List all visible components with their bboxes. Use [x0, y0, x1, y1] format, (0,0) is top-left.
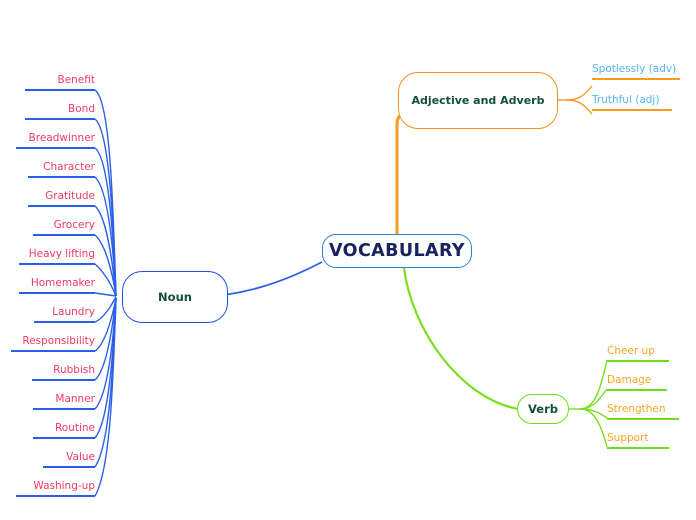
edge-group-noun-leaves: [94, 89, 117, 497]
leaf-label: Gratitude: [45, 190, 95, 202]
branch-node-noun-label: Noun: [158, 290, 192, 304]
leaf-label: Spotlessly (adv): [592, 63, 677, 75]
edge-central-to-adjective: [395, 110, 413, 234]
leaf-noun-7[interactable]: Heavy lifting: [19, 248, 95, 265]
leaf-noun-8[interactable]: Homemaker: [19, 277, 95, 294]
leaf-label: Grocery: [53, 219, 95, 231]
leaf-label: Heavy lifting: [28, 248, 95, 260]
leaf-label: Breadwinner: [28, 132, 95, 144]
leaf-label: Homemaker: [30, 277, 95, 289]
branch-node-verb-label: Verb: [528, 402, 558, 416]
branch-node-adjective-and-adverb-label: Adjective and Adverb: [411, 94, 545, 107]
leaf-noun-13[interactable]: Routine: [33, 422, 95, 439]
leaf-label: Strengthen: [607, 403, 666, 415]
branch-node-noun[interactable]: Noun: [122, 271, 228, 323]
edge-group-adjective-leaves: [556, 85, 593, 115]
leaf-noun-4[interactable]: Character: [28, 161, 95, 178]
leaf-label: Laundry: [52, 306, 95, 318]
leaf-verb-2[interactable]: Damage: [607, 374, 667, 391]
leaf-label: Cheer up: [607, 345, 655, 357]
edge-central-to-verb: [402, 267, 519, 411]
mind-map-canvas: VOCABULARY Noun Adjective and Adverb Ver…: [0, 0, 696, 520]
leaf-verb-3[interactable]: Strengthen: [607, 403, 679, 420]
leaf-label: Benefit: [57, 74, 95, 86]
leaf-label: Value: [66, 451, 95, 463]
leaf-noun-10[interactable]: Responsibility: [11, 335, 95, 352]
leaf-label: Character: [43, 161, 95, 173]
leaf-label: Damage: [607, 374, 652, 386]
leaf-label: Routine: [54, 422, 95, 434]
leaf-noun-9[interactable]: Laundry: [34, 306, 95, 323]
leaf-verb-1[interactable]: Cheer up: [607, 345, 669, 362]
leaf-adjective-2[interactable]: Truthful (adj): [592, 94, 672, 111]
leaf-label: Support: [607, 432, 649, 444]
leaf-noun-3[interactable]: Breadwinner: [16, 132, 95, 149]
leaf-noun-1[interactable]: Benefit: [25, 74, 95, 91]
leaf-noun-14[interactable]: Value: [43, 451, 95, 468]
leaf-noun-12[interactable]: Manner: [33, 393, 95, 410]
leaf-noun-5[interactable]: Gratitude: [28, 190, 95, 207]
leaf-label: Responsibility: [22, 335, 95, 347]
central-node-vocabulary[interactable]: VOCABULARY: [322, 234, 472, 268]
edge-group-verb-leaves: [567, 359, 608, 448]
leaf-noun-11[interactable]: Rubbish: [32, 364, 95, 381]
branch-node-adjective-and-adverb[interactable]: Adjective and Adverb: [398, 72, 558, 129]
leaf-label: Rubbish: [53, 364, 95, 376]
leaf-noun-15[interactable]: Washing-up: [16, 480, 95, 497]
leaf-label: Washing-up: [33, 480, 95, 492]
leaf-adjective-1[interactable]: Spotlessly (adv): [592, 63, 680, 80]
leaf-verb-4[interactable]: Support: [607, 432, 669, 449]
central-node-label: VOCABULARY: [329, 241, 465, 261]
leaf-noun-6[interactable]: Grocery: [33, 219, 95, 236]
branch-node-verb[interactable]: Verb: [517, 394, 569, 424]
leaf-label: Truthful (adj): [592, 94, 660, 106]
leaf-noun-2[interactable]: Bond: [25, 103, 95, 120]
leaf-label: Manner: [55, 393, 95, 405]
leaf-label: Bond: [68, 103, 95, 115]
